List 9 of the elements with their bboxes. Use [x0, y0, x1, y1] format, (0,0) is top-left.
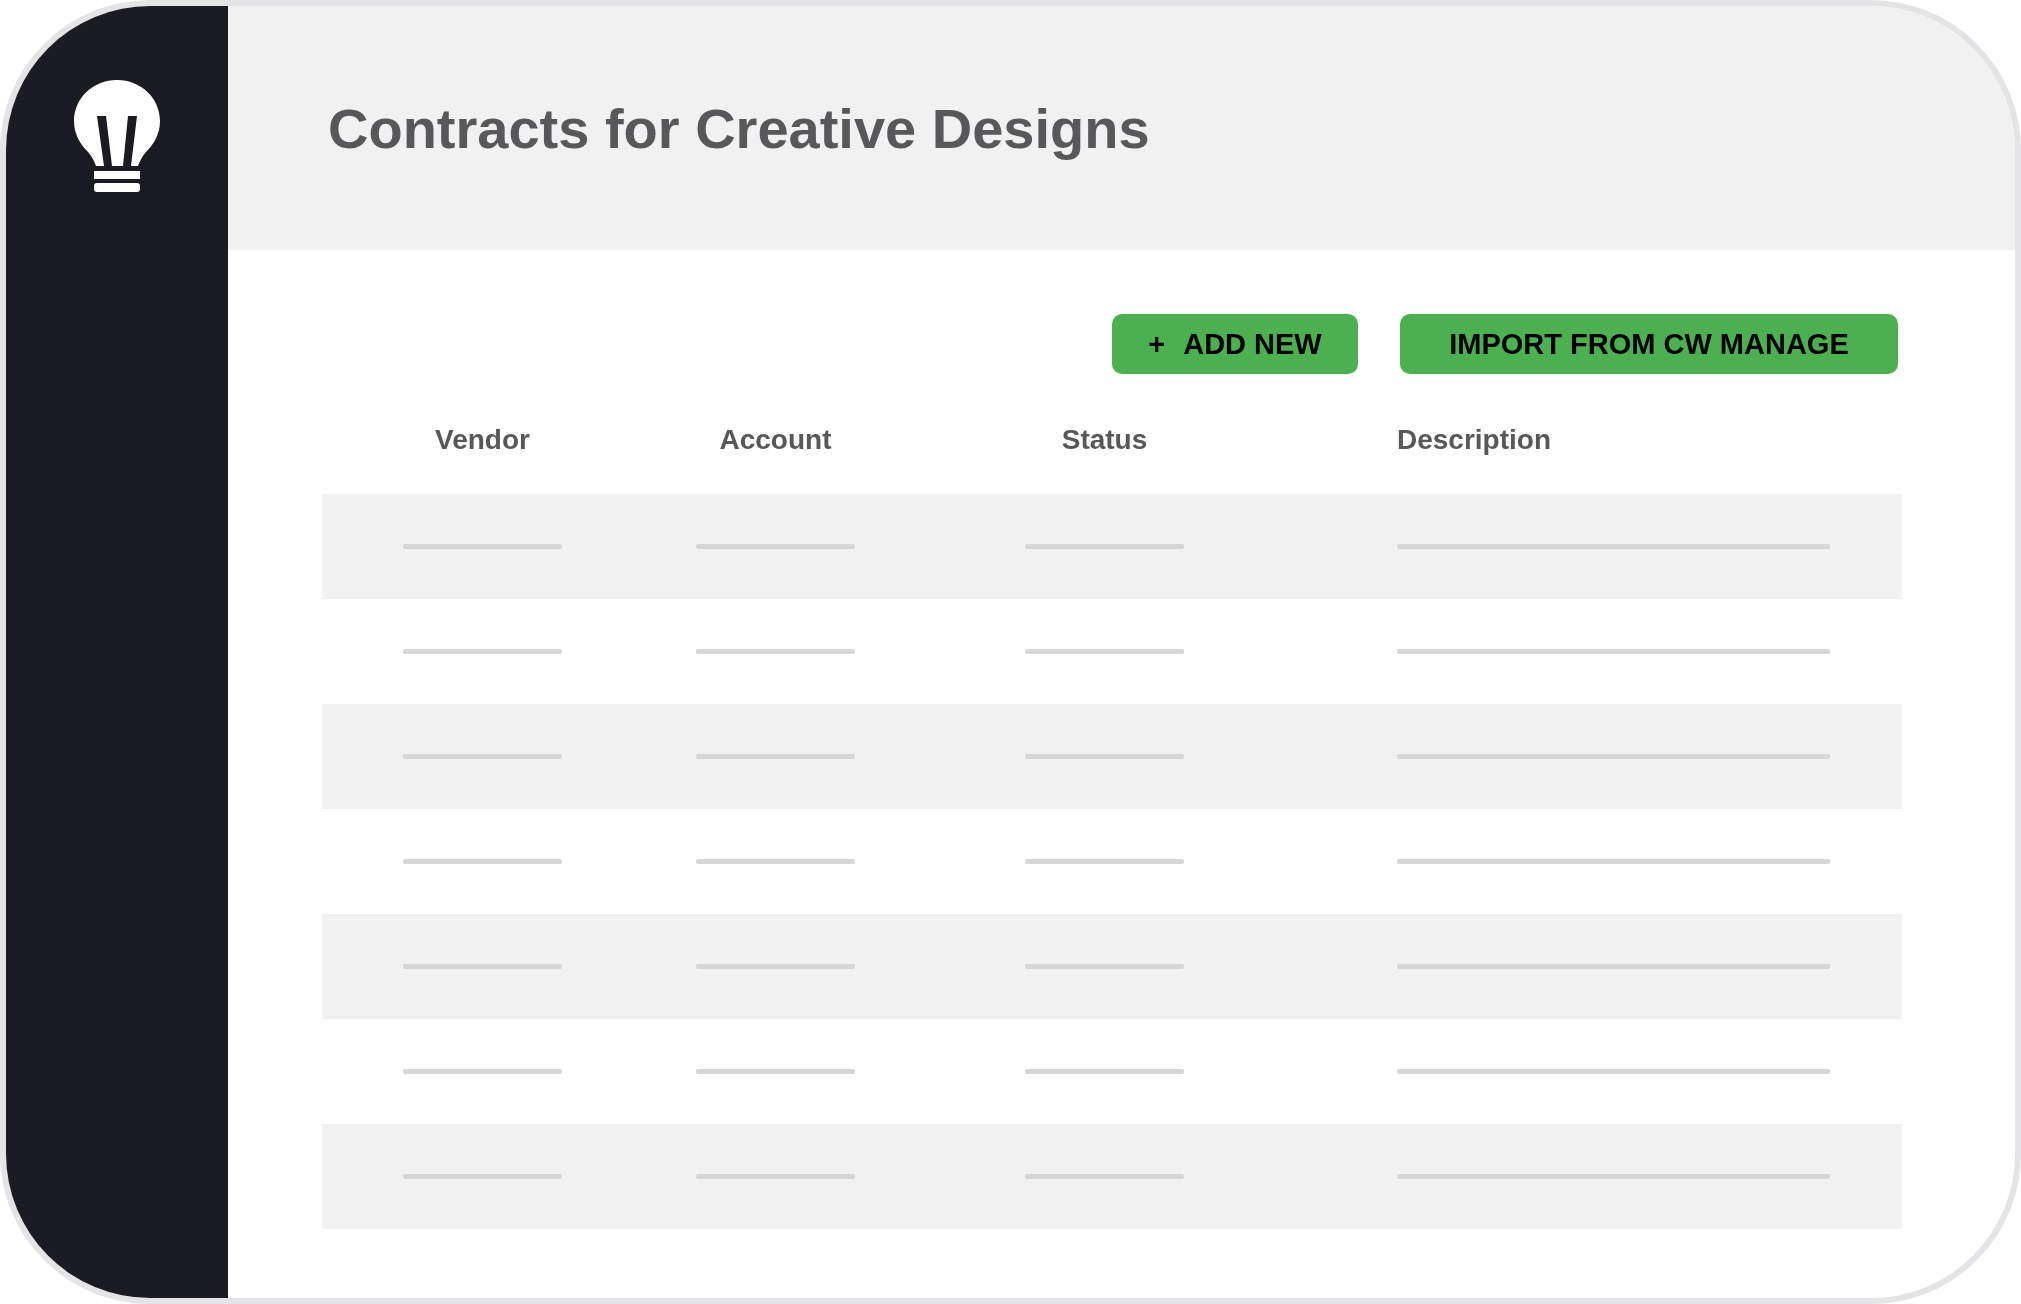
add-new-button[interactable]: + ADD NEW: [1112, 314, 1358, 374]
import-button[interactable]: IMPORT FROM CW MANAGE: [1400, 314, 1898, 374]
column-header[interactable]: Description: [1397, 424, 1552, 455]
column-header[interactable]: Account: [719, 424, 832, 455]
light-bulb-icon: [74, 80, 160, 192]
column-header[interactable]: Status: [1061, 424, 1148, 455]
page-title: Contracts for Creative Designs: [328, 95, 1150, 161]
column-header[interactable]: Vendor: [435, 424, 530, 455]
plus-icon: +: [1148, 327, 1166, 361]
